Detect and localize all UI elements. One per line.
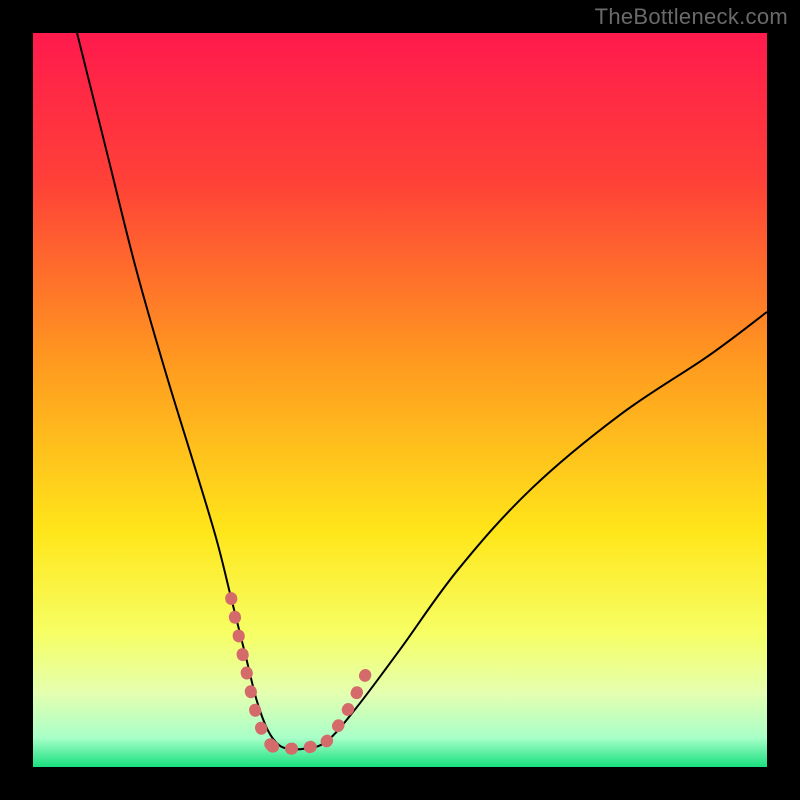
background-gradient <box>33 33 767 767</box>
chart-frame: TheBottleneck.com <box>0 0 800 800</box>
plot-area <box>33 33 767 767</box>
watermark-text: TheBottleneck.com <box>595 4 788 30</box>
gradient-rect <box>33 33 767 767</box>
